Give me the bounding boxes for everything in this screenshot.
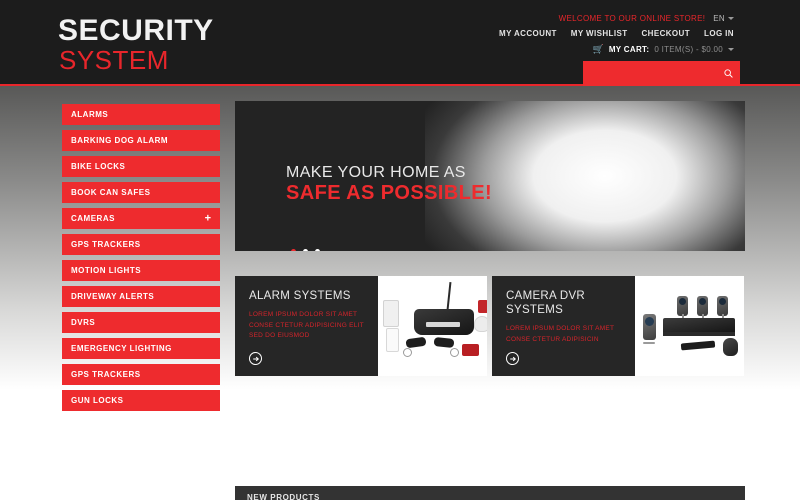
logo-secondary-text: SYSTEM (59, 45, 169, 75)
cart-icon: 🛒 (592, 44, 604, 54)
dvr-kit-front-camera (643, 314, 656, 340)
search-button[interactable] (717, 61, 740, 86)
promo-camera-dvr-systems[interactable]: CAMERA DVR SYSTEMS LOREM IPSUM DOLOR SIT… (492, 276, 744, 376)
cart-label: MY CART: (608, 45, 650, 54)
sidebar-item-alarms[interactable]: ALARMS (62, 104, 220, 125)
sidebar-item-gps-trackers-2[interactable]: GPS TRACKERS (62, 364, 220, 385)
chevron-down-icon (728, 17, 734, 20)
arrow-right-glyph (509, 356, 516, 361)
promo-description: LOREM IPSUM DOLOR SIT AMET CONSE CTETUR … (249, 311, 364, 340)
welcome-row: WELCOME TO OUR ONLINE STORE! EN (559, 14, 734, 23)
alarm-kit-remote-2 (433, 336, 455, 349)
top-navigation: MY ACCOUNT MY WISHLIST CHECKOUT LOG IN (499, 29, 734, 38)
alarm-kit-door-sensor (383, 300, 399, 327)
language-label: EN (713, 14, 725, 23)
arrow-right-circle-icon[interactable] (249, 352, 262, 365)
promo-text-panel: CAMERA DVR SYSTEMS LOREM IPSUM DOLOR SIT… (492, 276, 635, 376)
sidebar-item-label: BARKING DOG ALARM (71, 136, 169, 145)
welcome-message: WELCOME TO OUR ONLINE STORE! (558, 14, 706, 23)
sidebar-item-label: BIKE LOCKS (71, 162, 126, 171)
logo-primary-text: SECURITY (58, 14, 214, 47)
alarm-kit-keyring-2 (450, 348, 459, 357)
sidebar-item-label: CAMERAS (71, 214, 115, 223)
sidebar-item-label: GPS TRACKERS (71, 370, 141, 379)
slider-dot-1[interactable] (291, 249, 296, 251)
nav-log-in[interactable]: LOG IN (704, 29, 734, 38)
sidebar-item-book-can-safes[interactable]: BOOK CAN SAFES (62, 182, 220, 203)
dvr-kit-camera-2 (697, 296, 708, 316)
category-sidebar: ALARMS BARKING DOG ALARM BIKE LOCKS BOOK… (62, 104, 220, 416)
promo-title: ALARM SYSTEMS (249, 290, 351, 302)
alarm-kit-window-sensor (386, 328, 399, 352)
sidebar-item-label: ALARMS (71, 110, 109, 119)
new-products-title: NEW PRODUCTS (247, 492, 320, 500)
slider-dot-2[interactable] (303, 249, 308, 251)
page-content: ALARMS BARKING DOG ALARM BIKE LOCKS BOOK… (0, 88, 800, 500)
sidebar-item-label: GUN LOCKS (71, 396, 124, 405)
sidebar-item-label: EMERGENCY LIGHTING (71, 344, 172, 353)
dvr-kit-camera-1 (677, 296, 688, 316)
hero-slider[interactable]: MAKE YOUR HOME AS SAFE AS POSSIBLE! (235, 101, 745, 251)
cart-summary: 0 ITEM(S) - $0.00 (654, 45, 723, 54)
dvr-kit-remote-control (680, 340, 716, 351)
nav-my-wishlist[interactable]: MY WISHLIST (571, 29, 628, 38)
alarm-kit-siren (474, 316, 487, 332)
hero-headline-line1: MAKE YOUR HOME AS (286, 164, 466, 181)
alarm-kit-display (426, 322, 460, 327)
sidebar-item-cameras[interactable]: CAMERAS + (62, 208, 220, 229)
arrow-right-glyph (252, 356, 259, 361)
sidebar-item-dvrs[interactable]: DVRS (62, 312, 220, 333)
chevron-down-icon (728, 48, 734, 51)
search-box (583, 61, 740, 86)
sidebar-item-driveway-alerts[interactable]: DRIVEWAY ALERTS (62, 286, 220, 307)
dvr-kit-mouse (723, 338, 738, 356)
sidebar-item-label: DRIVEWAY ALERTS (71, 292, 155, 301)
dvr-kit-camera-3 (717, 296, 728, 316)
nav-my-account[interactable]: MY ACCOUNT (499, 29, 557, 38)
sidebar-item-gps-trackers[interactable]: GPS TRACKERS (62, 234, 220, 255)
promo-text-panel: ALARM SYSTEMS LOREM IPSUM DOLOR SIT AMET… (235, 276, 378, 376)
alarm-kit-keyring-1 (403, 348, 412, 357)
dvr-kit-camera-base (643, 342, 655, 344)
language-selector[interactable]: EN (713, 14, 734, 23)
alarm-kit-remote-1 (405, 336, 427, 349)
arrow-right-circle-icon[interactable] (506, 352, 519, 365)
sidebar-item-barking-dog-alarm[interactable]: BARKING DOG ALARM (62, 130, 220, 151)
site-header: SECURITY SYSTEM WELCOME TO OUR ONLINE ST… (0, 0, 800, 86)
search-icon (724, 69, 733, 78)
promo-alarm-systems[interactable]: ALARM SYSTEMS LOREM IPSUM DOLOR SIT AMET… (235, 276, 487, 376)
slider-pagination (291, 249, 320, 251)
alarm-kit-image (378, 276, 487, 376)
sidebar-item-emergency-lighting[interactable]: EMERGENCY LIGHTING (62, 338, 220, 359)
search-input[interactable] (583, 61, 717, 86)
page-root: SECURITY SYSTEM WELCOME TO OUR ONLINE ST… (0, 0, 800, 500)
hero-headline: MAKE YOUR HOME AS SAFE AS POSSIBLE! (286, 164, 492, 205)
promo-banners: ALARM SYSTEMS LOREM IPSUM DOLOR SIT AMET… (235, 276, 745, 376)
sidebar-item-label: GPS TRACKERS (71, 240, 141, 249)
slider-dot-3[interactable] (315, 249, 320, 251)
dvr-kit-image (635, 276, 744, 376)
sidebar-item-label: MOTION LIGHTS (71, 266, 142, 275)
sidebar-item-label: DVRS (71, 318, 96, 327)
sidebar-item-bike-locks[interactable]: BIKE LOCKS (62, 156, 220, 177)
sidebar-item-motion-lights[interactable]: MOTION LIGHTS (62, 260, 220, 281)
alarm-kit-antenna (446, 281, 451, 311)
sidebar-item-label: BOOK CAN SAFES (71, 188, 151, 197)
alarm-kit-panic-button (478, 300, 487, 313)
hero-headline-line2: SAFE AS POSSIBLE! (286, 182, 493, 205)
dvr-kit-recorder-base (663, 332, 735, 336)
promo-title: CAMERA DVR SYSTEMS (506, 290, 586, 317)
site-logo[interactable]: SECURITY SYSTEM (58, 14, 214, 75)
plus-icon[interactable]: + (205, 213, 211, 224)
nav-checkout[interactable]: CHECKOUT (641, 29, 690, 38)
mini-cart[interactable]: 🛒 MY CART: 0 ITEM(S) - $0.00 (593, 45, 734, 54)
alarm-kit-battery (462, 344, 479, 356)
promo-description: LOREM IPSUM DOLOR SIT AMET CONSE CTETUR … (506, 325, 615, 343)
sidebar-item-gun-locks[interactable]: GUN LOCKS (62, 390, 220, 411)
new-products-header: NEW PRODUCTS (235, 486, 745, 500)
